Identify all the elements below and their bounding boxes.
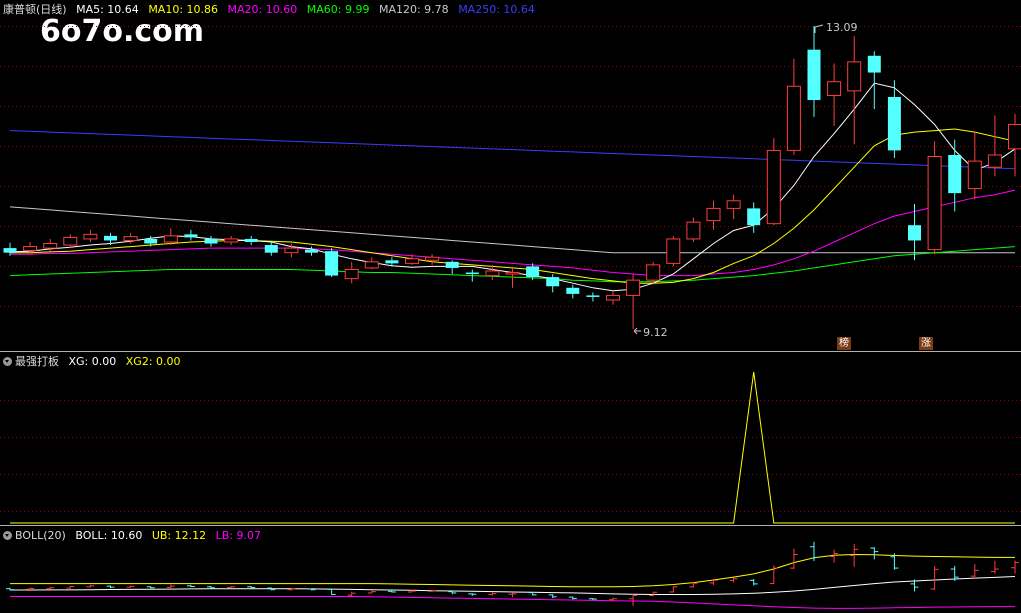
candle-body xyxy=(284,247,299,254)
ma20-line xyxy=(10,189,1016,277)
candle-body xyxy=(3,248,17,253)
candle-body xyxy=(967,160,982,190)
high-label: 13.09 xyxy=(826,21,858,34)
candle-body xyxy=(184,234,198,238)
candle-body xyxy=(405,258,419,264)
candle-body xyxy=(83,233,98,240)
candle-body xyxy=(385,260,399,264)
candle-body xyxy=(546,277,560,287)
candle-body xyxy=(123,236,138,241)
candle-body xyxy=(526,266,540,278)
candle-body xyxy=(948,154,962,194)
candle-body xyxy=(626,279,641,296)
ma250-line xyxy=(9,130,1016,170)
candle-body xyxy=(244,238,258,242)
candle-body xyxy=(887,96,901,151)
candle-body xyxy=(344,268,359,280)
boll-lb-line xyxy=(10,596,1015,609)
kline-chart[interactable]: 13.09 9.12 xyxy=(0,0,1021,613)
candle-body xyxy=(43,243,58,249)
candle-body xyxy=(766,149,781,225)
high-arrow xyxy=(814,24,824,33)
low-label: 9.12 xyxy=(643,326,668,339)
candle-body xyxy=(706,207,721,222)
candle-body xyxy=(505,272,520,275)
ma120-line xyxy=(9,206,1015,254)
candle-body xyxy=(726,200,741,209)
candle-body xyxy=(827,81,842,96)
xg-line xyxy=(10,371,1015,524)
candle-body xyxy=(847,61,862,92)
candle-body xyxy=(63,236,78,246)
candle-body xyxy=(144,238,158,244)
candle-body xyxy=(586,295,600,297)
candle-body xyxy=(204,238,218,244)
candle-body xyxy=(646,264,661,281)
candle-body xyxy=(747,208,761,226)
candle-body xyxy=(686,221,701,240)
candle-body xyxy=(465,272,479,275)
candle-body xyxy=(425,256,440,261)
candle-body xyxy=(1008,123,1021,150)
candle-body xyxy=(786,85,801,151)
candle-body xyxy=(104,235,117,241)
candle-body xyxy=(364,261,379,269)
boll-ub-line xyxy=(10,553,1015,588)
candle-body xyxy=(485,270,500,277)
candle-body xyxy=(927,156,942,251)
candle-body xyxy=(606,294,620,301)
low-arrow xyxy=(633,327,642,335)
candle-body xyxy=(445,261,459,268)
candle-body xyxy=(566,287,580,294)
candle-body xyxy=(325,251,339,276)
candle-body xyxy=(908,225,921,241)
candle-body xyxy=(163,235,178,243)
candle-body xyxy=(666,238,681,264)
candle-body xyxy=(224,238,239,243)
candle-body xyxy=(23,246,38,251)
candle-body xyxy=(305,249,318,253)
candle-body xyxy=(867,55,881,73)
candle-body xyxy=(987,154,1002,168)
candle-body xyxy=(264,245,278,253)
candle-body xyxy=(807,49,821,101)
